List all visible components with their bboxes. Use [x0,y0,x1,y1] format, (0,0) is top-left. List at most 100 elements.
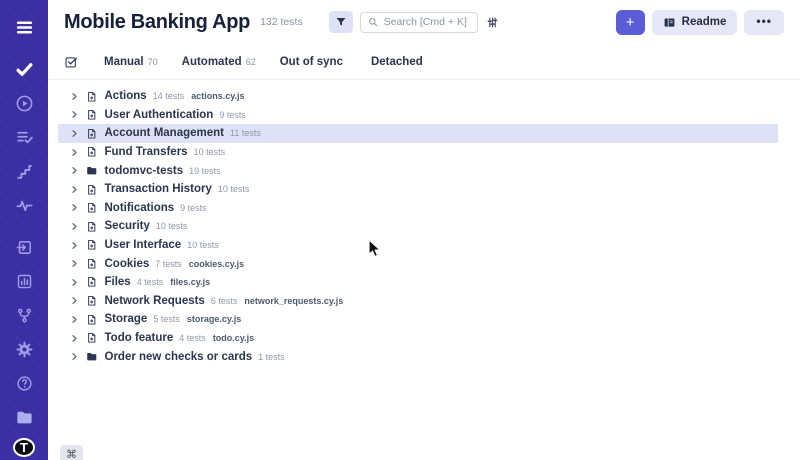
suite-test-count: 9 tests [219,110,246,120]
suite-row[interactable]: User Authentication 9 tests [58,106,778,125]
add-button[interactable]: + [616,10,645,35]
chevron-right-icon[interactable] [70,203,79,212]
ellipsis-icon: ••• [756,14,772,28]
suite-test-count: 10 tests [194,147,226,157]
file-icon [86,128,98,140]
chevron-right-icon[interactable] [70,110,79,119]
suite-row[interactable]: Todo feature 4 tests todo.cy.js [58,329,778,348]
suite-row[interactable]: todomvc-tests 19 tests [58,161,778,180]
milestones-steps-icon[interactable] [11,158,37,184]
projects-folder-icon[interactable] [11,404,37,430]
search-settings-button[interactable] [486,16,499,29]
suite-row[interactable]: Account Management 11 tests [58,124,778,143]
chevron-right-icon[interactable] [70,166,79,175]
suite-row[interactable]: Network Requests 6 tests network_request… [58,292,778,311]
chevron-right-icon[interactable] [70,185,79,194]
suite-name: Security [105,220,150,232]
suite-name: Files [105,276,131,288]
suite-name: User Interface [105,239,182,251]
suite-test-count: 4 tests [137,277,164,287]
suite-row[interactable]: Files 4 tests files.cy.js [58,273,778,292]
filter-button[interactable] [329,11,353,33]
suite-test-count: 1 tests [258,352,285,362]
filter-tabs: Manual 70 Automated 62 Out of sync Detac… [48,44,800,80]
chevron-right-icon[interactable] [70,129,79,138]
suite-filename: files.cy.js [170,277,210,287]
suite-name: todomvc-tests [105,165,184,177]
tab-automated[interactable]: Automated 62 [182,56,256,68]
chevron-right-icon[interactable] [70,259,79,268]
chevron-right-icon[interactable] [70,148,79,157]
settings-gear-icon[interactable] [11,336,37,362]
suite-name: Network Requests [105,295,205,307]
suite-test-count: 19 tests [189,166,221,176]
tests-checkmark-icon[interactable] [11,56,37,82]
app-logo[interactable]: T [13,438,35,457]
suite-row[interactable]: Security 10 tests [58,217,778,236]
suite-name: Order new checks or cards [105,351,253,363]
project-header: Mobile Banking App 132 tests + Read [48,0,800,44]
suite-name: Todo feature [105,332,174,344]
suite-name: Account Management [105,127,225,139]
suite-test-count: 10 tests [218,184,250,194]
chevron-right-icon[interactable] [70,352,79,361]
suite-row[interactable]: Cookies 7 tests cookies.cy.js [58,254,778,273]
branches-fork-icon[interactable] [11,302,37,328]
file-icon [86,295,98,307]
file-icon [86,109,98,121]
file-icon [86,146,98,158]
suite-test-count: 14 tests [153,91,185,101]
file-icon [86,258,98,270]
file-icon [86,239,98,251]
tab-detached[interactable]: Detached [371,56,427,68]
reports-barchart-icon[interactable] [11,268,37,294]
suite-test-count: 6 tests [211,296,238,306]
suite-row[interactable]: Notifications 9 tests [58,199,778,218]
funnel-icon [335,16,347,28]
readme-book-icon [663,16,676,29]
suite-list: Actions 14 tests actions.cy.js User Auth… [48,80,800,366]
suite-row[interactable]: Transaction History 10 tests [58,180,778,199]
suite-row[interactable]: Actions 14 tests actions.cy.js [58,87,778,106]
suite-name: User Authentication [105,109,214,121]
chevron-right-icon[interactable] [70,241,79,250]
chevron-right-icon[interactable] [70,315,79,324]
suite-row[interactable]: Order new checks or cards 1 tests [58,347,778,366]
search-icon [368,17,378,27]
readme-label: Readme [682,16,727,28]
chevron-right-icon[interactable] [70,222,79,231]
search-box[interactable] [360,12,478,33]
chevron-right-icon[interactable] [70,296,79,305]
command-shortcut-button[interactable]: ⌘ [60,445,83,460]
suite-row[interactable]: User Interface 10 tests [58,236,778,255]
suite-row[interactable]: Storage 5 tests storage.cy.js [58,310,778,329]
folder-icon [86,165,98,177]
test-plans-list-icon[interactable] [11,124,37,150]
readme-button[interactable]: Readme [652,10,738,35]
runs-play-icon[interactable] [11,90,37,116]
import-login-icon[interactable] [11,234,37,260]
tab-out-of-sync[interactable]: Out of sync [280,56,347,68]
checklist-icon[interactable] [64,55,78,69]
chevron-right-icon[interactable] [70,334,79,343]
page-title: Mobile Banking App [64,11,250,34]
file-icon [86,276,98,288]
search-input[interactable] [384,16,470,28]
suite-name: Notifications [105,202,175,214]
more-options-button[interactable]: ••• [744,10,784,35]
suite-test-count: 11 tests [230,128,261,138]
main-content: Mobile Banking App 132 tests + Read [48,0,800,460]
chevron-right-icon[interactable] [70,92,79,101]
analytics-pulse-icon[interactable] [11,192,37,218]
suite-test-count: 10 tests [156,221,188,231]
tab-manual[interactable]: Manual 70 [104,56,158,68]
suite-test-count: 7 tests [155,259,182,269]
suite-row[interactable]: Fund Transfers 10 tests [58,143,778,162]
help-icon[interactable] [11,370,37,396]
suite-test-count: 4 tests [179,333,206,343]
chevron-right-icon[interactable] [70,278,79,287]
suite-name: Cookies [105,258,150,270]
menu-icon[interactable] [11,14,37,40]
file-icon [86,202,98,214]
total-tests-count: 132 tests [260,16,303,28]
